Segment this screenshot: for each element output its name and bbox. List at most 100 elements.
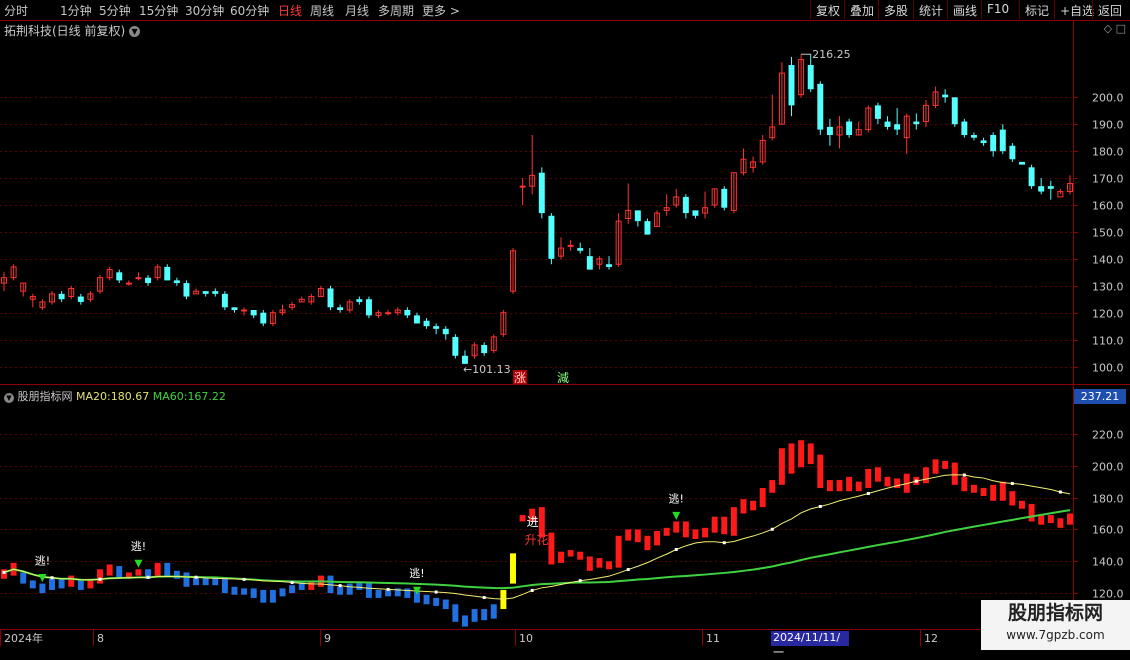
indicator-bar	[644, 535, 651, 551]
indicator-bar	[106, 564, 113, 576]
tao-label: 逃!	[669, 492, 684, 505]
indicator-bar	[980, 488, 987, 496]
indicator-top-value: 237.21	[1074, 389, 1126, 404]
indicator-bar	[999, 481, 1006, 501]
indicator-bar	[606, 561, 613, 570]
indicator-bar	[586, 556, 593, 571]
indicator-bar	[385, 589, 392, 597]
candle-body	[980, 140, 987, 144]
ma20-dot	[434, 590, 438, 594]
ma20-dot	[674, 547, 678, 551]
candle-body	[874, 105, 881, 119]
selected-date: 2024/11/11/一	[771, 631, 849, 659]
indicator-bar	[250, 588, 257, 598]
candle-body	[452, 336, 459, 356]
indicator-bar	[932, 459, 939, 474]
ma20-dot	[1058, 490, 1062, 494]
indicator-name: 股朋指标网	[17, 390, 73, 403]
candle-body	[970, 135, 977, 138]
down-arrow-icon	[672, 511, 681, 520]
indicator-bar	[682, 521, 689, 538]
indicator-bar	[164, 562, 171, 578]
indicator-bar	[29, 580, 36, 589]
indicator-bar	[970, 484, 977, 493]
indicator-bar	[510, 553, 516, 584]
indicator-bar	[279, 588, 286, 597]
ma20-value: 180.67	[110, 390, 150, 403]
candle-body	[173, 280, 180, 284]
indicator-bar	[673, 521, 680, 533]
price-axis-label: 110.0	[1092, 335, 1124, 348]
indicator-bar	[615, 535, 622, 568]
indicator-bar	[404, 588, 411, 598]
ma20-dot	[530, 588, 534, 592]
ind-axis-label: 160.0	[1092, 524, 1124, 537]
indicator-bar	[365, 581, 372, 598]
price-axis-label: 160.0	[1092, 200, 1124, 213]
ma20-dot	[962, 473, 966, 477]
ma20-dot	[626, 568, 630, 572]
ma20-dot	[242, 577, 246, 581]
ind-axis-label: 200.0	[1092, 461, 1124, 474]
date-label: 11	[706, 632, 720, 645]
candle-body	[817, 83, 824, 130]
indicator-bar	[471, 609, 478, 622]
indicator-bar	[654, 531, 661, 546]
candle-body	[538, 172, 545, 214]
candle-body	[1019, 161, 1025, 165]
indicator-bar	[154, 562, 161, 576]
indicator-bar	[1028, 503, 1035, 522]
jian-label: 減	[557, 370, 569, 385]
price-axis-label: 150.0	[1092, 227, 1124, 240]
candle-body	[884, 121, 891, 127]
ma60-label: MA60:	[152, 390, 188, 403]
indicator-bar	[625, 529, 632, 541]
candle-body	[125, 282, 132, 285]
candle-body	[250, 310, 257, 316]
candle-body	[116, 272, 123, 281]
date-label: 9	[324, 632, 331, 645]
candle-body	[692, 210, 699, 216]
indicator-bar	[490, 604, 497, 619]
jin-label: 进	[527, 515, 539, 529]
candle-body	[241, 309, 248, 312]
candle-body	[356, 299, 363, 302]
price-axis-label: 170.0	[1092, 173, 1124, 186]
ma20-dot	[722, 541, 726, 545]
candle-body	[644, 221, 651, 235]
candle-body	[846, 121, 853, 135]
watermark: 股朋指标网 www.7gpzb.com	[981, 600, 1130, 650]
candle-body	[135, 277, 142, 280]
down-arrow-icon	[134, 559, 143, 568]
indicator-bar	[865, 468, 872, 489]
candle-body	[337, 307, 344, 310]
candle-body	[913, 121, 920, 125]
ind-axis-label: 220.0	[1092, 429, 1124, 442]
indicator-bar	[874, 467, 881, 482]
indicator-bar	[855, 481, 862, 492]
indicator-bar	[1057, 518, 1064, 528]
indicator-bar	[135, 569, 142, 576]
chevron-down-icon[interactable]: ▼	[4, 393, 14, 403]
indicator-bar	[173, 570, 180, 579]
indicator-bar	[702, 527, 709, 538]
price-axis-label: 120.0	[1092, 308, 1124, 321]
candle-body	[433, 326, 440, 329]
watermark-url: www.7gpzb.com	[1006, 628, 1105, 642]
candle-body	[606, 264, 613, 267]
indicator-bar	[730, 507, 737, 536]
ma20-dot	[1010, 481, 1014, 485]
indicator-bar	[39, 583, 46, 594]
ma20-dot	[578, 579, 582, 583]
indicator-bar	[1038, 515, 1045, 525]
ind-axis-label: 140.0	[1092, 556, 1124, 569]
candle-body	[212, 291, 219, 294]
indicator-bar	[817, 454, 824, 489]
indicator-bar	[337, 586, 344, 595]
indicator-bar	[548, 532, 555, 565]
candle-body	[260, 312, 267, 324]
indicator-bar	[1009, 491, 1016, 506]
indicator-bar	[922, 467, 929, 484]
high-price-label: 216.25	[812, 48, 851, 61]
candle-body	[385, 312, 392, 315]
